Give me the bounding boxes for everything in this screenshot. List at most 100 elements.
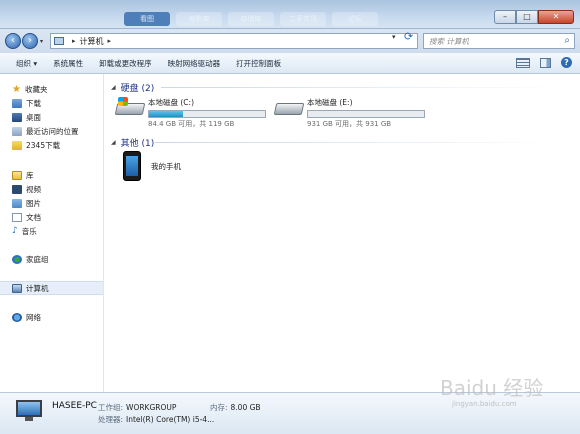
desktop-icon <box>12 112 22 122</box>
chevron-right-icon[interactable]: ▸ <box>72 37 76 45</box>
video-icon <box>12 184 22 194</box>
drive-usage-bar <box>307 110 425 118</box>
nav-item-videos[interactable]: 视频 <box>0 182 103 196</box>
downloads-folder-icon <box>12 98 22 108</box>
maximize-button[interactable]: □ <box>516 10 538 24</box>
close-button[interactable]: ✕ <box>538 10 574 24</box>
address-bar[interactable]: ▸ 计算机 ▸ <box>50 33 418 49</box>
memory-label: 内存: <box>210 403 228 412</box>
pc-name: HASEE-PC <box>52 401 97 411</box>
nav-item-downloads[interactable]: 下载 <box>0 96 103 110</box>
map-network-drive-button[interactable]: 映射网络驱动器 <box>168 58 221 69</box>
background-tab: 二手市场 <box>280 12 326 26</box>
homegroup-icon <box>12 254 22 264</box>
nav-item-pictures[interactable]: 图片 <box>0 196 103 210</box>
system-properties-button[interactable]: 系统属性 <box>53 58 83 69</box>
picture-icon <box>12 198 22 208</box>
search-placeholder: 搜索 计算机 <box>429 36 469 46</box>
breadcrumb-computer[interactable]: 计算机 <box>80 36 104 47</box>
change-view-icon[interactable] <box>516 57 530 68</box>
workgroup-value: WORKGROUP <box>126 403 177 412</box>
computer-icon <box>16 400 42 422</box>
computer-icon <box>54 37 64 45</box>
collapse-triangle-icon[interactable]: ◢ <box>111 84 116 91</box>
nav-computer[interactable]: 计算机 <box>0 281 103 295</box>
computer-icon <box>12 283 22 293</box>
group-divider <box>161 87 561 88</box>
nav-item-recent-places[interactable]: 最近访问的位置 <box>0 124 103 138</box>
search-icon[interactable]: ⌕ <box>564 35 570 46</box>
nav-label: 音乐 <box>21 226 37 236</box>
windows-logo-icon <box>118 97 128 106</box>
nav-item-2345-downloads[interactable]: 2345下载 <box>0 138 103 152</box>
nav-label: 2345下载 <box>26 140 61 150</box>
nav-item-music[interactable]: ♪ 音乐 <box>0 224 103 238</box>
baidu-watermark-url: jingyan.baidu.com <box>452 400 517 408</box>
search-input[interactable]: 搜索 计算机 ⌕ <box>423 33 575 49</box>
command-bar: 组织 ▾ 系统属性 卸载或更改程序 映射网络驱动器 打开控制面板 ? <box>0 53 580 74</box>
drive-name: 本地磁盘 (E:) <box>307 98 353 107</box>
title-bar: 看图 电影库 存储库 二手市场 论坛 – □ ✕ <box>0 0 580 29</box>
preview-pane-icon[interactable] <box>540 57 551 68</box>
window-controls: – □ ✕ <box>494 10 574 24</box>
memory-value: 8.00 GB <box>230 403 261 412</box>
hard-drive-icon <box>114 97 146 119</box>
processor-label: 处理器: <box>98 415 124 424</box>
processor-info: 处理器: Intel(R) Core(TM) i5-4... <box>98 414 214 425</box>
nav-network[interactable]: 网络 <box>0 310 103 324</box>
background-tabs: 看图 电影库 存储库 二手市场 论坛 <box>124 12 378 26</box>
refresh-icon[interactable]: ⟳ <box>404 30 413 43</box>
nav-favorites[interactable]: ★ 收藏夹 <box>0 82 103 96</box>
view-controls: ? <box>516 57 572 68</box>
open-control-panel-button[interactable]: 打开控制面板 <box>236 58 281 69</box>
document-icon <box>12 212 22 222</box>
background-tab: 电影库 <box>176 12 222 26</box>
nav-label: 桌面 <box>26 112 41 122</box>
chevron-right-icon[interactable]: ▸ <box>108 37 112 45</box>
memory-info: 内存: 8.00 GB <box>210 402 261 413</box>
workgroup-info: 工作组: WORKGROUP <box>98 402 176 413</box>
folder-icon <box>12 140 22 150</box>
music-note-icon: ♪ <box>12 225 18 236</box>
drive-e[interactable]: 本地磁盘 (E:) 931 GB 可用，共 931 GB <box>273 97 425 129</box>
nav-libraries[interactable]: 库 <box>0 168 103 182</box>
drive-usage-bar <box>148 110 266 118</box>
help-icon[interactable]: ? <box>561 57 572 68</box>
nav-label: 计算机 <box>26 283 49 293</box>
group-header-hard-disks[interactable]: ◢ 硬盘 (2) <box>111 81 154 94</box>
content-pane: ◢ 硬盘 (2) 本地磁盘 (C:) 84.4 GB 可用，共 119 GB 本… <box>105 74 580 392</box>
star-icon: ★ <box>12 83 21 95</box>
nav-label: 视频 <box>26 184 41 194</box>
nav-label: 收藏夹 <box>24 84 48 94</box>
group-header-other[interactable]: ◢ 其他 (1) <box>111 136 154 149</box>
nav-item-desktop[interactable]: 桌面 <box>0 110 103 124</box>
nav-label: 网络 <box>26 312 41 322</box>
recent-places-icon <box>12 126 22 136</box>
nav-label: 家庭组 <box>26 254 49 264</box>
back-button[interactable]: ‹ <box>5 33 21 49</box>
uninstall-program-button[interactable]: 卸载或更改程序 <box>99 58 152 69</box>
device-name: 我的手机 <box>151 161 181 171</box>
device-my-phone[interactable]: 我的手机 <box>123 151 181 181</box>
organize-button[interactable]: 组织 ▾ <box>16 58 37 69</box>
nav-label: 库 <box>26 170 34 180</box>
group-title: 硬盘 (2) <box>120 84 155 94</box>
drive-c[interactable]: 本地磁盘 (C:) 84.4 GB 可用，共 119 GB <box>114 97 266 129</box>
nav-label: 文档 <box>26 212 41 222</box>
drive-free-space: 931 GB 可用，共 931 GB <box>307 120 392 128</box>
recent-pages-dropdown[interactable]: ▾ <box>40 38 43 45</box>
address-dropdown-icon[interactable]: ▾ <box>392 33 396 41</box>
forward-button[interactable]: › <box>22 33 38 49</box>
minimize-button[interactable]: – <box>494 10 516 24</box>
workgroup-label: 工作组: <box>98 403 124 412</box>
nav-label: 下载 <box>26 98 41 108</box>
nav-homegroup[interactable]: 家庭组 <box>0 252 103 266</box>
hard-drive-icon <box>273 97 305 119</box>
address-row: ‹ › ▾ ▸ 计算机 ▸ ▾ ⟳ 搜索 计算机 ⌕ <box>0 29 580 53</box>
collapse-triangle-icon[interactable]: ◢ <box>111 139 116 146</box>
background-tab: 存储库 <box>228 12 274 26</box>
background-tab: 看图 <box>124 12 170 26</box>
nav-label: 最近访问的位置 <box>26 126 79 136</box>
nav-item-documents[interactable]: 文档 <box>0 210 103 224</box>
navigation-pane: ★ 收藏夹 下载 桌面 最近访问的位置 2345下载 库 视频 图片 文档 ♪ … <box>0 74 104 392</box>
